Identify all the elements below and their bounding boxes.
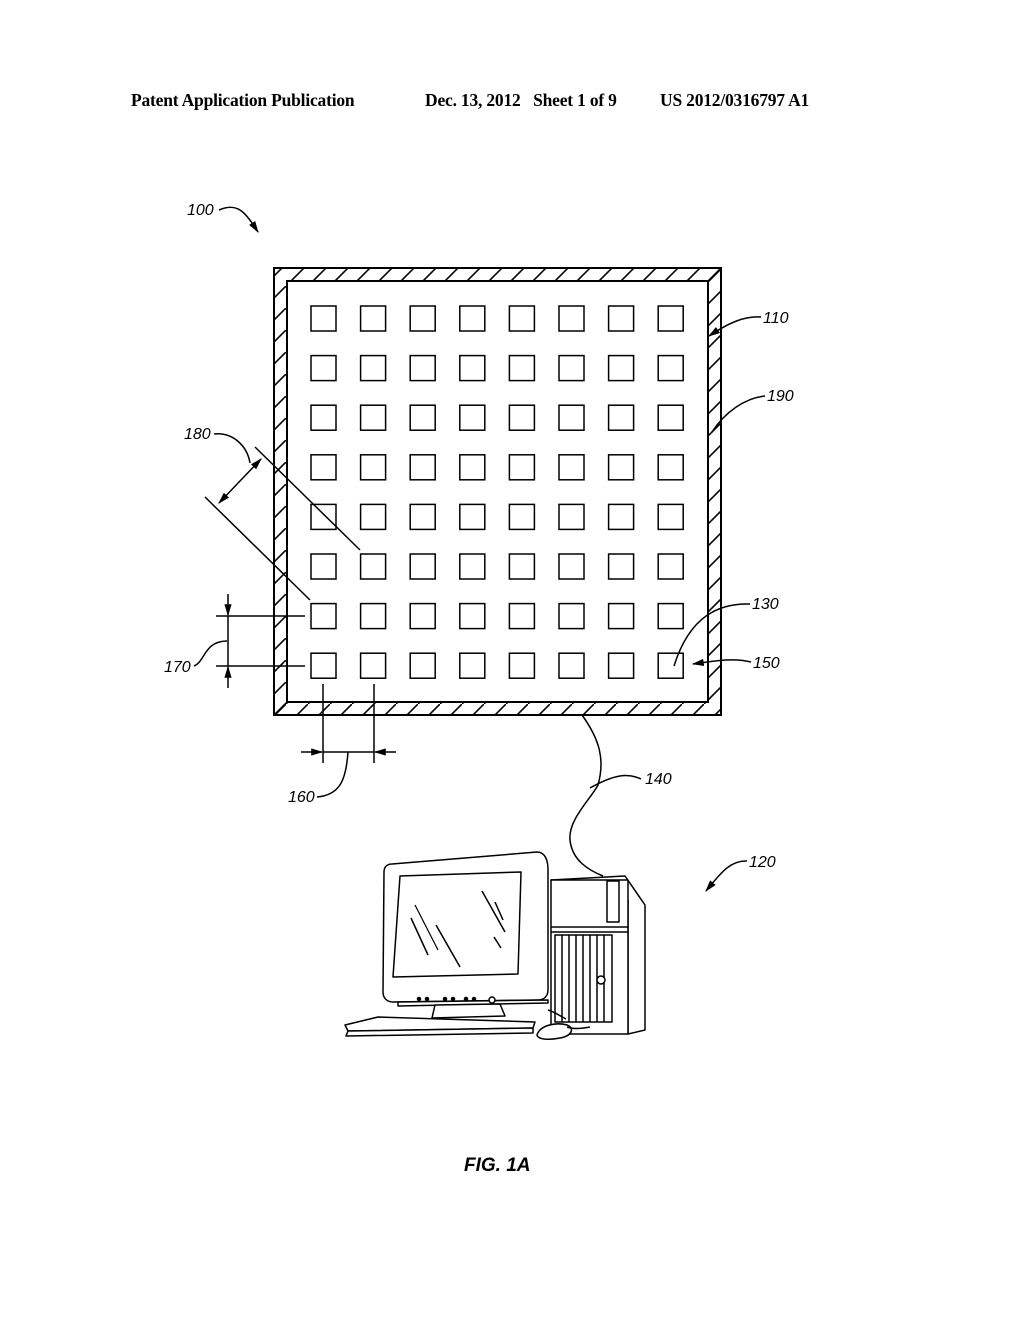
panel-frame xyxy=(273,267,722,716)
array-element xyxy=(657,404,684,431)
array-element xyxy=(607,553,635,580)
extension-line xyxy=(254,446,361,551)
array-element xyxy=(508,305,536,332)
leader-line xyxy=(213,433,251,464)
label-130: 130 xyxy=(752,596,779,613)
ref-140: 140 xyxy=(569,714,672,877)
array-element xyxy=(607,354,635,382)
array-element xyxy=(310,503,337,531)
figure-caption: FIG. 1A xyxy=(464,1155,531,1176)
element-array xyxy=(310,305,684,679)
array-element xyxy=(409,454,436,481)
array-element xyxy=(409,305,436,332)
tower-icon xyxy=(550,875,646,1035)
array-element xyxy=(508,602,536,630)
array-element xyxy=(657,602,684,630)
array-element xyxy=(558,553,585,580)
leader-line xyxy=(193,640,228,667)
label-170: 170 xyxy=(164,659,191,676)
leader-arrow xyxy=(218,206,259,234)
array-element xyxy=(409,553,436,580)
array-element xyxy=(508,553,536,580)
ref-190: 190 xyxy=(711,388,794,433)
leader-arrow xyxy=(705,860,748,892)
keyboard-icon xyxy=(344,1016,536,1037)
hatched-frame xyxy=(273,267,722,716)
label-190: 190 xyxy=(767,388,794,405)
ref-120: 120 xyxy=(705,854,776,892)
array-element xyxy=(310,454,337,481)
array-element xyxy=(409,652,436,679)
array-element xyxy=(607,652,635,679)
ref-150: 150 xyxy=(691,655,780,672)
array-element xyxy=(558,652,585,679)
array-element xyxy=(409,354,436,382)
array-element xyxy=(657,454,684,481)
array-element xyxy=(607,404,635,431)
label-140: 140 xyxy=(645,771,672,788)
array-element xyxy=(657,503,684,531)
patent-figure: 100 110 190 180 170 160 130 150 140 120 … xyxy=(164,202,794,1176)
label-110: 110 xyxy=(763,310,789,327)
array-element xyxy=(359,404,387,431)
array-element xyxy=(409,503,436,531)
array-element xyxy=(459,354,486,382)
array-element xyxy=(310,354,337,382)
array-element xyxy=(657,354,684,382)
array-element xyxy=(310,404,337,431)
array-element xyxy=(508,652,536,679)
array-element xyxy=(558,305,585,332)
label-100: 100 xyxy=(187,202,214,219)
array-element xyxy=(657,553,684,580)
array-element xyxy=(409,602,436,630)
array-element xyxy=(558,404,585,431)
array-element xyxy=(607,454,635,481)
extension-line xyxy=(204,496,311,601)
array-element xyxy=(558,354,585,382)
array-element xyxy=(558,503,585,531)
array-element xyxy=(359,652,387,679)
array-element xyxy=(558,454,585,481)
array-element xyxy=(409,404,436,431)
ref-100: 100 xyxy=(187,202,259,234)
array-element xyxy=(310,602,337,630)
array-element xyxy=(459,305,486,332)
leader-line xyxy=(316,751,349,798)
array-element xyxy=(310,553,337,580)
array-element xyxy=(359,305,387,332)
array-element xyxy=(607,602,635,630)
array-element xyxy=(508,404,536,431)
array-element xyxy=(508,354,536,382)
monitor-icon xyxy=(382,851,567,1020)
computer-illustration xyxy=(344,851,646,1040)
array-element xyxy=(508,503,536,531)
array-element xyxy=(359,602,387,630)
array-element xyxy=(310,652,337,679)
array-element xyxy=(459,404,486,431)
array-element xyxy=(657,652,684,679)
label-180: 180 xyxy=(184,426,211,443)
label-160: 160 xyxy=(288,789,315,806)
array-element xyxy=(607,305,635,332)
array-element xyxy=(459,553,486,580)
dimension-arrow xyxy=(218,458,262,504)
array-element xyxy=(459,602,486,630)
array-element xyxy=(657,305,684,332)
array-element xyxy=(607,503,635,531)
array-element xyxy=(359,354,387,382)
array-element xyxy=(359,454,387,481)
cable xyxy=(569,714,604,877)
array-element xyxy=(359,553,387,580)
array-element xyxy=(310,305,337,332)
array-element xyxy=(459,652,486,679)
array-element xyxy=(459,454,486,481)
array-element xyxy=(558,602,585,630)
array-element xyxy=(459,503,486,531)
label-120: 120 xyxy=(749,854,776,871)
label-150: 150 xyxy=(753,655,780,672)
array-element xyxy=(359,503,387,531)
array-element xyxy=(508,454,536,481)
